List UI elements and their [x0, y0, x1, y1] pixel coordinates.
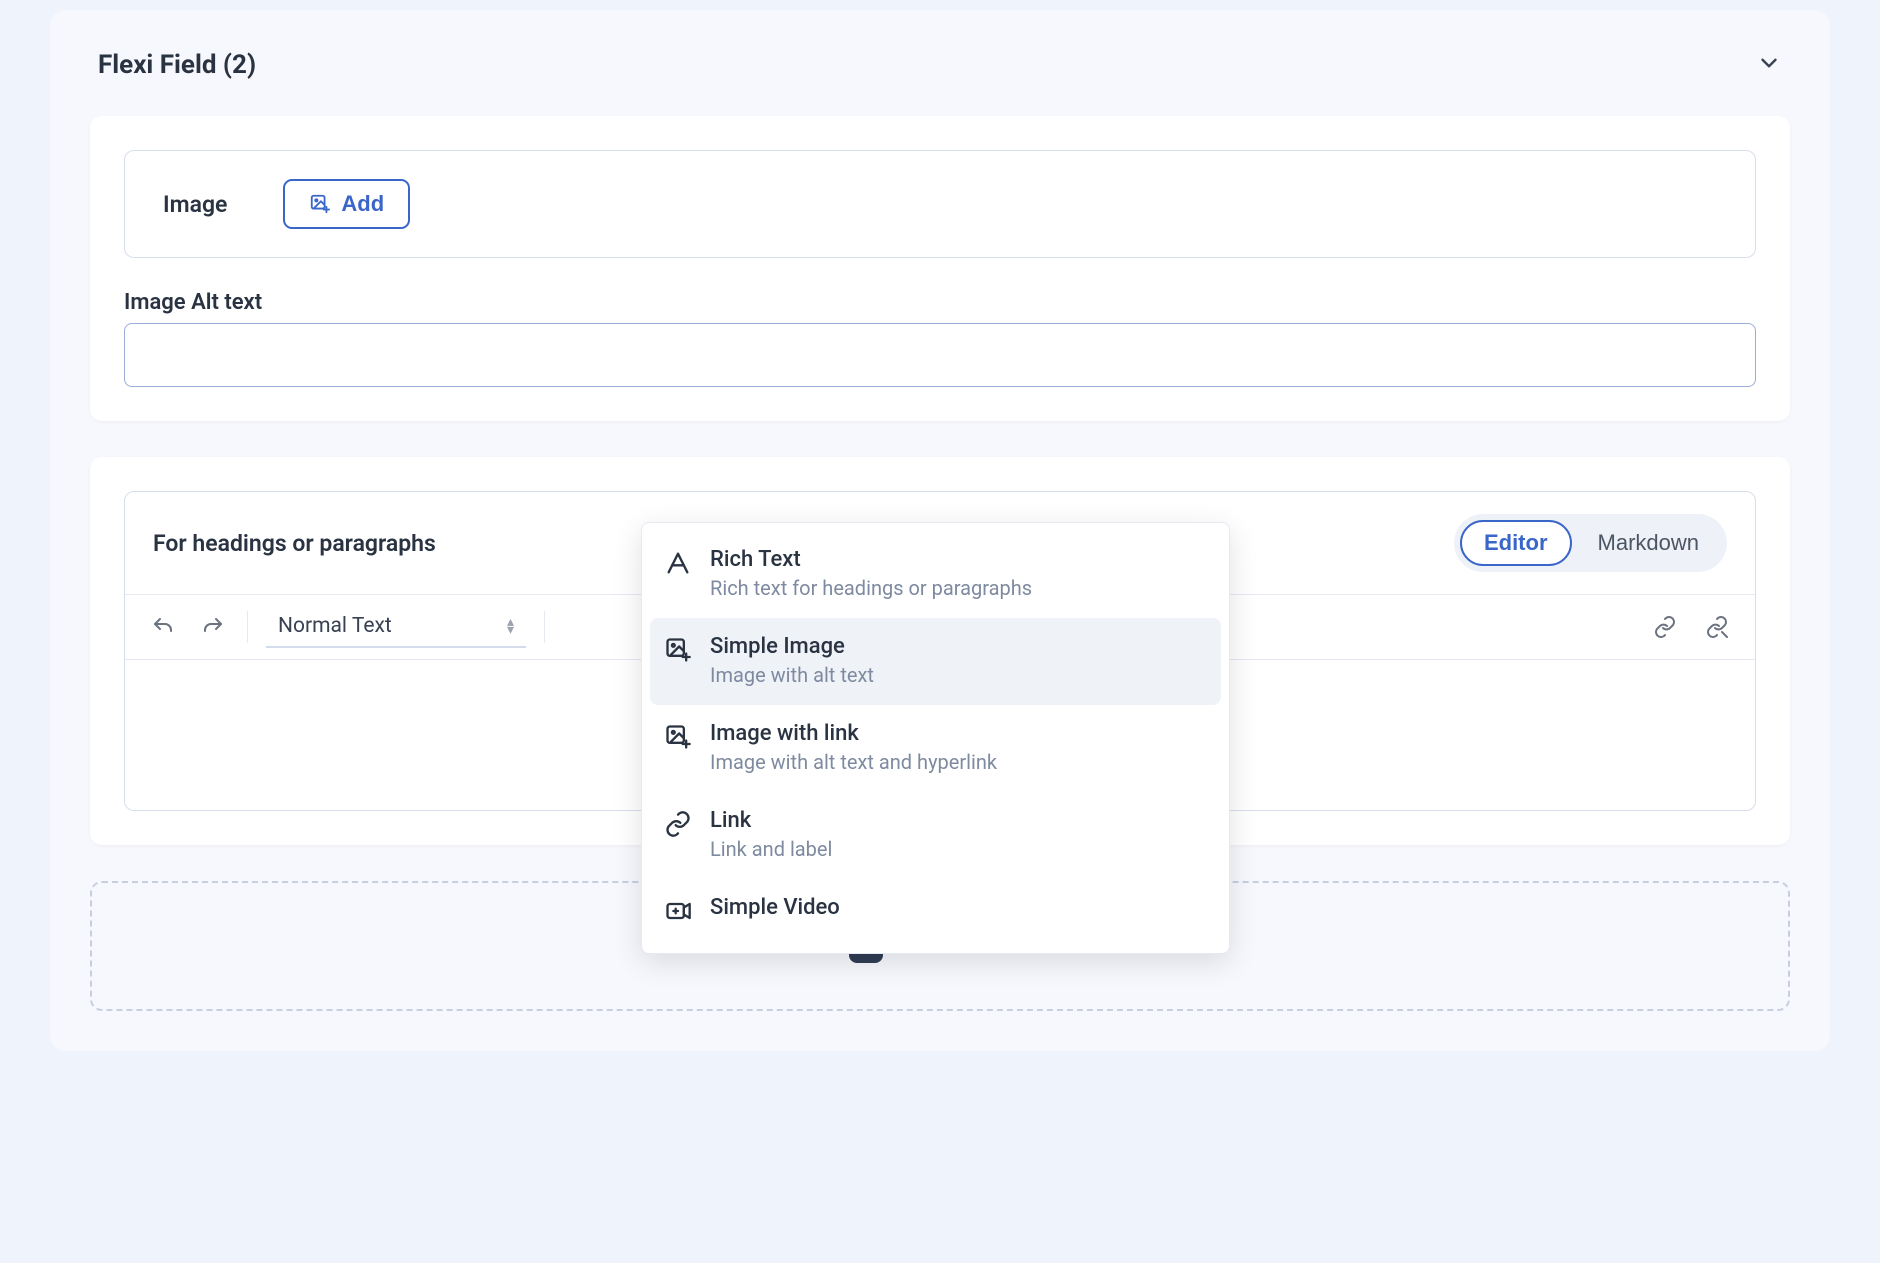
font-icon [664, 549, 694, 579]
toolbar-separator [544, 611, 545, 643]
image-add-icon [664, 636, 694, 666]
item-picker-list[interactable]: Rich Text Rich text for headings or para… [650, 531, 1221, 945]
undo-button[interactable] [141, 605, 185, 649]
add-image-button[interactable]: Add [283, 179, 410, 229]
format-select-label: Normal Text [278, 614, 392, 638]
tab-markdown[interactable]: Markdown [1576, 522, 1721, 564]
link-button[interactable] [1643, 605, 1687, 649]
link-icon [664, 810, 694, 840]
image-add-icon [309, 193, 331, 215]
redo-icon [201, 615, 225, 639]
collapse-toggle[interactable] [1756, 50, 1782, 80]
panel-title: Flexi Field (2) [98, 50, 256, 80]
undo-icon [151, 615, 175, 639]
popup-item-title: Rich Text [710, 547, 1032, 572]
popup-item-title: Link [710, 808, 832, 833]
popup-item-image-with-link[interactable]: Image with link Image with alt text and … [650, 705, 1221, 792]
unlink-button[interactable] [1695, 605, 1739, 649]
video-icon [664, 897, 694, 927]
popup-item-title: Simple Video [710, 895, 840, 920]
tab-editor[interactable]: Editor [1460, 520, 1572, 566]
format-select[interactable]: Normal Text ▴▾ [266, 606, 526, 648]
popup-item-desc: Image with alt text [710, 663, 874, 687]
item-picker-popup: Rich Text Rich text for headings or para… [641, 522, 1230, 954]
redo-button[interactable] [191, 605, 235, 649]
link-icon [1653, 615, 1677, 639]
image-card: Image Add Image Alt text [90, 116, 1790, 421]
popup-item-desc: Image with alt text and hyperlink [710, 750, 997, 774]
popup-item-simple-image[interactable]: Simple Image Image with alt text [650, 618, 1221, 705]
toolbar-separator [247, 611, 248, 643]
panel-header: Flexi Field (2) [90, 50, 1790, 116]
toolbar-right [1643, 605, 1739, 649]
editor-mode-toggle: Editor Markdown [1454, 514, 1727, 572]
popup-item-simple-video[interactable]: Simple Video [650, 879, 1221, 945]
image-label: Image [163, 191, 227, 218]
image-add-icon [664, 723, 694, 753]
alt-text-input[interactable] [124, 323, 1756, 387]
popup-item-rich-text[interactable]: Rich Text Rich text for headings or para… [650, 531, 1221, 618]
updown-icon: ▴▾ [507, 618, 514, 634]
image-field-row: Image Add [124, 150, 1756, 258]
popup-item-title: Simple Image [710, 634, 874, 659]
add-button-label: Add [341, 191, 384, 217]
popup-item-desc: Link and label [710, 837, 832, 861]
popup-item-desc: Rich text for headings or paragraphs [710, 576, 1032, 600]
popup-item-title: Image with link [710, 721, 997, 746]
alt-text-label: Image Alt text [124, 290, 1756, 315]
unlink-icon [1705, 615, 1729, 639]
chevron-down-icon [1756, 50, 1782, 76]
editor-heading: For headings or paragraphs [153, 530, 436, 557]
popup-item-link[interactable]: Link Link and label [650, 792, 1221, 879]
